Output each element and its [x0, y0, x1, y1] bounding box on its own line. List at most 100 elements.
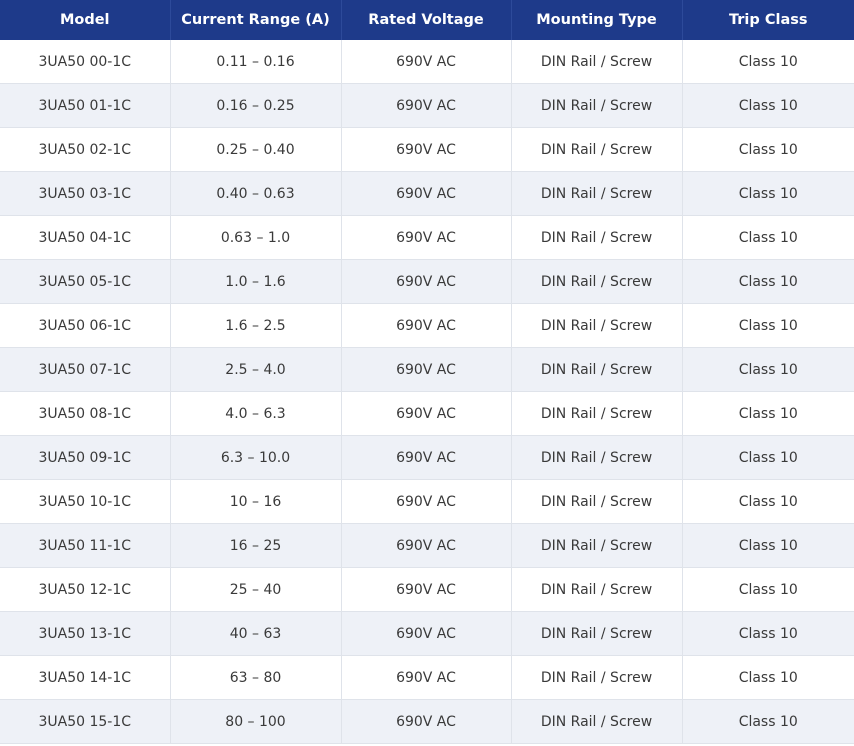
cell-trip-class: Class 10	[682, 347, 854, 392]
cell-current-range: 2.5 – 4.0	[170, 347, 342, 392]
cell-model: 3UA50 13-1C	[0, 611, 171, 656]
cell-mounting-type: DIN Rail / Screw	[511, 655, 683, 700]
cell-model: 3UA50 01-1C	[0, 83, 171, 128]
table-row: 3UA50 12-1C 25 – 40 690V AC DIN Rail / Scre…	[0, 567, 854, 612]
table-body: 3UA50 00-1C 0.11 – 0.16 690V AC DIN Rail / …	[0, 40, 854, 744]
cell-trip-class: Class 10	[682, 567, 854, 612]
cell-current-range: 0.11 – 0.16	[170, 40, 342, 84]
cell-trip-class: Class 10	[682, 171, 854, 216]
header-model: Model	[0, 0, 171, 40]
table-row: 3UA50 02-1C 0.25 – 0.40 690V AC DIN Rail / …	[0, 127, 854, 172]
cell-current-range: 40 – 63	[170, 611, 342, 656]
table-row: 3UA50 08-1C 4.0 – 6.3 690V AC DIN Rail / Sc…	[0, 391, 854, 436]
cell-model: 3UA50 06-1C	[0, 303, 171, 348]
table-row: 3UA50 15-1C 80 – 100 690V AC DIN Rail / Scr…	[0, 699, 854, 744]
table-row: 3UA50 00-1C 0.11 – 0.16 690V AC DIN Rail / …	[0, 40, 854, 84]
cell-trip-class: Class 10	[682, 259, 854, 304]
header-mounting-type: Mounting Type	[511, 0, 683, 40]
cell-model: 3UA50 11-1C	[0, 523, 171, 568]
cell-trip-class: Class 10	[682, 303, 854, 348]
cell-rated-voltage: 690V AC	[341, 479, 512, 524]
cell-mounting-type: DIN Rail / Screw	[511, 567, 683, 612]
cell-rated-voltage: 690V AC	[341, 215, 512, 260]
cell-mounting-type: DIN Rail / Screw	[511, 699, 683, 744]
cell-rated-voltage: 690V AC	[341, 699, 512, 744]
cell-rated-voltage: 690V AC	[341, 391, 512, 436]
cell-rated-voltage: 690V AC	[341, 347, 512, 392]
cell-trip-class: Class 10	[682, 40, 854, 84]
header-trip-class: Trip Class	[682, 0, 854, 40]
cell-model: 3UA50 00-1C	[0, 40, 171, 84]
cell-rated-voltage: 690V AC	[341, 259, 512, 304]
cell-rated-voltage: 690V AC	[341, 127, 512, 172]
cell-current-range: 10 – 16	[170, 479, 342, 524]
cell-model: 3UA50 14-1C	[0, 655, 171, 700]
cell-mounting-type: DIN Rail / Screw	[511, 127, 683, 172]
cell-mounting-type: DIN Rail / Screw	[511, 435, 683, 480]
table-row: 3UA50 09-1C 6.3 – 10.0 690V AC DIN Rail / S…	[0, 435, 854, 480]
cell-mounting-type: DIN Rail / Screw	[511, 83, 683, 128]
table-row: 3UA50 05-1C 1.0 – 1.6 690V AC DIN Rail / Sc…	[0, 259, 854, 304]
cell-model: 3UA50 07-1C	[0, 347, 171, 392]
table-row: 3UA50 06-1C 1.6 – 2.5 690V AC DIN Rail / Sc…	[0, 303, 854, 348]
table-row: 3UA50 11-1C 16 – 25 690V AC DIN Rail / Scre…	[0, 523, 854, 568]
table-row: 3UA50 03-1C 0.40 – 0.63 690V AC DIN Rail / …	[0, 171, 854, 216]
cell-trip-class: Class 10	[682, 391, 854, 436]
cell-trip-class: Class 10	[682, 83, 854, 128]
table-row: 3UA50 13-1C 40 – 63 690V AC DIN Rail / Scre…	[0, 611, 854, 656]
cell-rated-voltage: 690V AC	[341, 567, 512, 612]
cell-mounting-type: DIN Rail / Screw	[511, 347, 683, 392]
cell-model: 3UA50 08-1C	[0, 391, 171, 436]
cell-trip-class: Class 10	[682, 655, 854, 700]
cell-mounting-type: DIN Rail / Screw	[511, 171, 683, 216]
cell-current-range: 0.40 – 0.63	[170, 171, 342, 216]
cell-model: 3UA50 04-1C	[0, 215, 171, 260]
cell-mounting-type: DIN Rail / Screw	[511, 303, 683, 348]
cell-current-range: 25 – 40	[170, 567, 342, 612]
cell-rated-voltage: 690V AC	[341, 611, 512, 656]
header-current-range: Current Range (A)	[170, 0, 342, 40]
cell-mounting-type: DIN Rail / Screw	[511, 391, 683, 436]
cell-rated-voltage: 690V AC	[341, 435, 512, 480]
cell-current-range: 0.25 – 0.40	[170, 127, 342, 172]
cell-current-range: 1.6 – 2.5	[170, 303, 342, 348]
table-row: 3UA50 14-1C 63 – 80 690V AC DIN Rail / Scre…	[0, 655, 854, 700]
cell-mounting-type: DIN Rail / Screw	[511, 215, 683, 260]
table-row: 3UA50 04-1C 0.63 – 1.0 690V AC DIN Rail / S…	[0, 215, 854, 260]
cell-rated-voltage: 690V AC	[341, 40, 512, 84]
table-row: 3UA50 01-1C 0.16 – 0.25 690V AC DIN Rail / …	[0, 83, 854, 128]
cell-current-range: 0.16 – 0.25	[170, 83, 342, 128]
cell-current-range: 63 – 80	[170, 655, 342, 700]
cell-mounting-type: DIN Rail / Screw	[511, 479, 683, 524]
cell-rated-voltage: 690V AC	[341, 655, 512, 700]
header-row: Model Current Range (A) Rated Voltage Mo…	[0, 0, 854, 40]
cell-model: 3UA50 03-1C	[0, 171, 171, 216]
cell-current-range: 4.0 – 6.3	[170, 391, 342, 436]
cell-trip-class: Class 10	[682, 127, 854, 172]
cell-rated-voltage: 690V AC	[341, 171, 512, 216]
table-row: 3UA50 07-1C 2.5 – 4.0 690V AC DIN Rail / Sc…	[0, 347, 854, 392]
cell-trip-class: Class 10	[682, 523, 854, 568]
cell-model: 3UA50 10-1C	[0, 479, 171, 524]
cell-model: 3UA50 12-1C	[0, 567, 171, 612]
cell-current-range: 1.0 – 1.6	[170, 259, 342, 304]
cell-trip-class: Class 10	[682, 215, 854, 260]
cell-trip-class: Class 10	[682, 611, 854, 656]
header-rated-voltage: Rated Voltage	[341, 0, 512, 40]
cell-model: 3UA50 09-1C	[0, 435, 171, 480]
cell-mounting-type: DIN Rail / Screw	[511, 611, 683, 656]
cell-rated-voltage: 690V AC	[341, 83, 512, 128]
cell-current-range: 0.63 – 1.0	[170, 215, 342, 260]
table-row: 3UA50 10-1C 10 – 16 690V AC DIN Rail / Scre…	[0, 479, 854, 524]
cell-rated-voltage: 690V AC	[341, 303, 512, 348]
cell-mounting-type: DIN Rail / Screw	[511, 259, 683, 304]
spec-table: Model Current Range (A) Rated Voltage Mo…	[0, 0, 854, 744]
cell-rated-voltage: 690V AC	[341, 523, 512, 568]
cell-model: 3UA50 15-1C	[0, 699, 171, 744]
cell-current-range: 16 – 25	[170, 523, 342, 568]
cell-model: 3UA50 05-1C	[0, 259, 171, 304]
cell-trip-class: Class 10	[682, 479, 854, 524]
cell-trip-class: Class 10	[682, 699, 854, 744]
table-header: Model Current Range (A) Rated Voltage Mo…	[0, 0, 854, 40]
cell-current-range: 6.3 – 10.0	[170, 435, 342, 480]
